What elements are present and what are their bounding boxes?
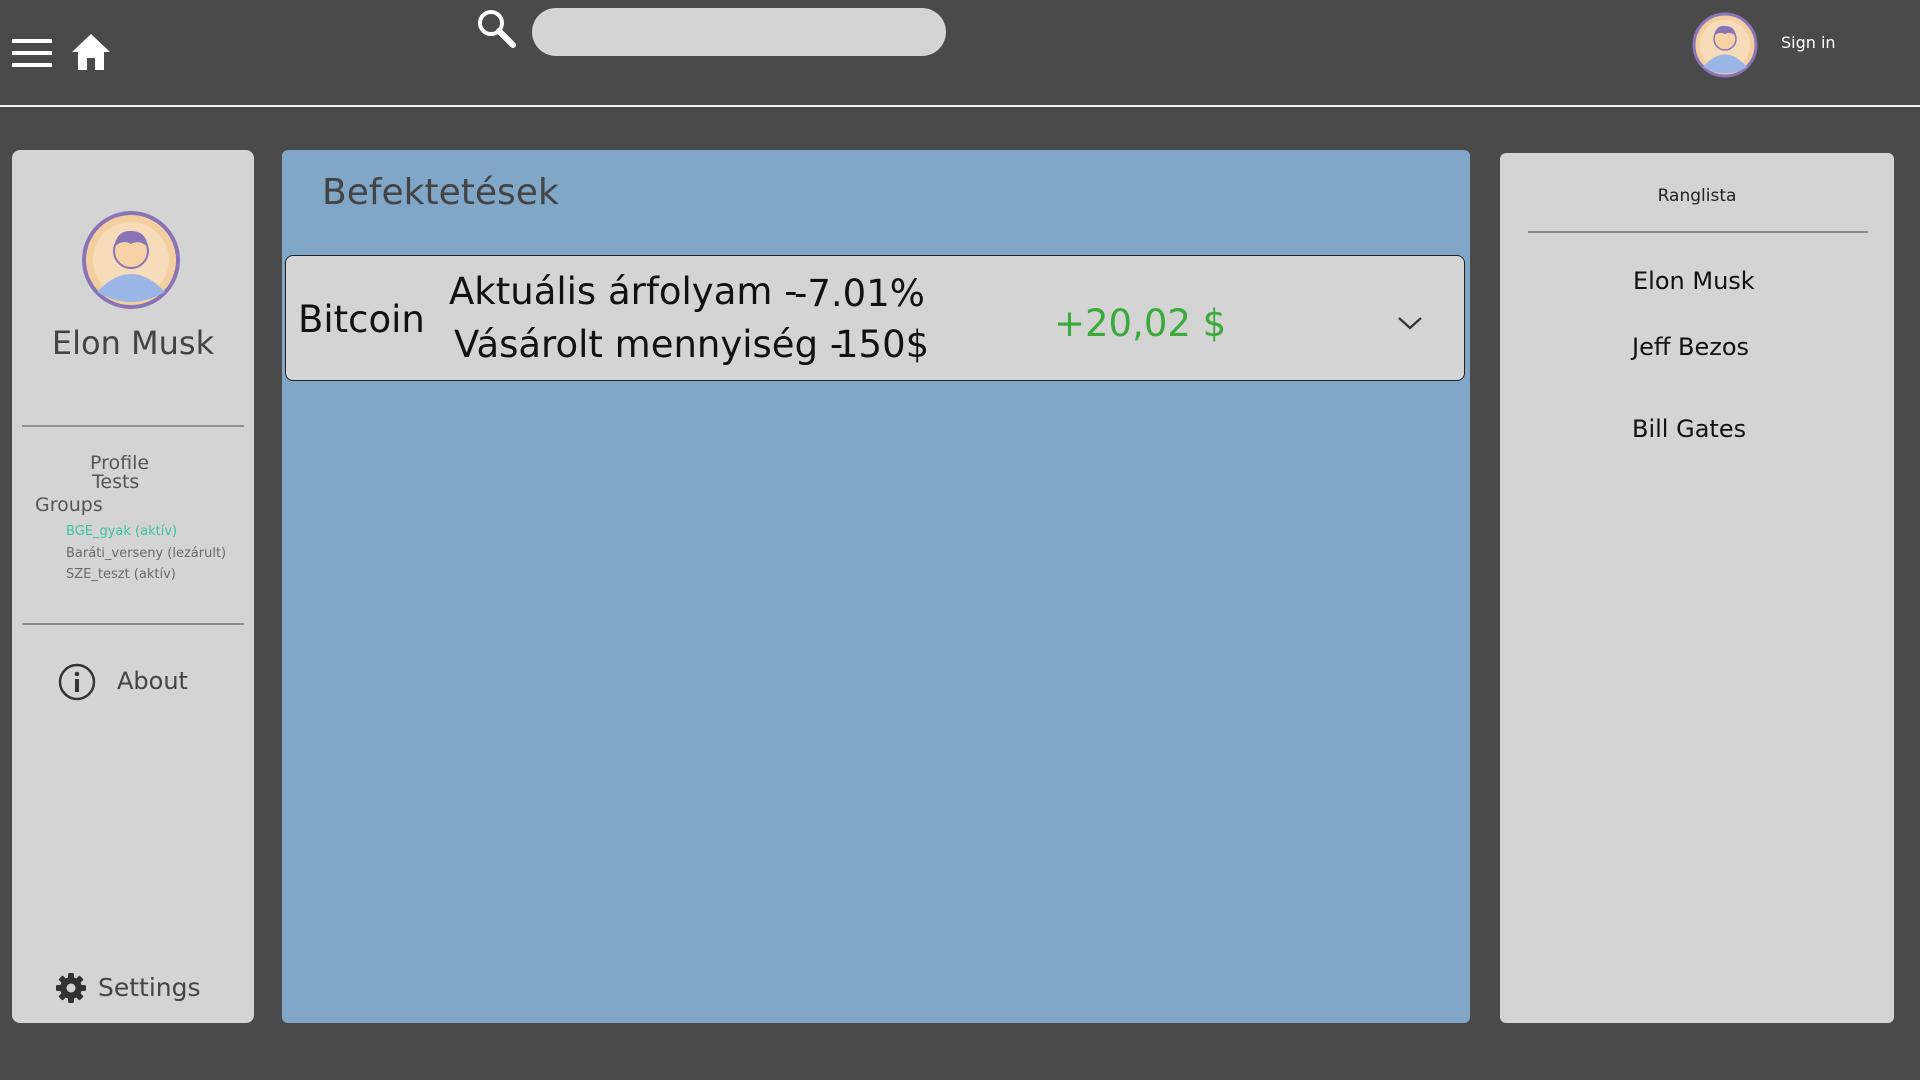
home-icon[interactable] [70,32,112,72]
leaderboard-divider [1528,231,1868,233]
page-title: Befektetések [322,172,559,213]
leaderboard-title: Ranglista [1657,186,1737,206]
user-avatar[interactable] [1692,12,1758,78]
group-item-barati-verseny[interactable]: Baráti_verseny (lezárult) [66,546,226,561]
hamburger-menu-icon[interactable] [12,36,52,70]
sidebar-item-tests[interactable]: Tests [92,471,139,493]
leaderboard-item[interactable]: Elon Musk [1633,267,1755,295]
group-item-bge-gyak[interactable]: BGE_gyak (aktív) [66,524,177,539]
sidebar-item-groups[interactable]: Groups [35,494,103,516]
info-icon[interactable] [58,663,96,701]
header-divider [0,105,1920,107]
current-rate-value: -7.01% [794,272,925,315]
chevron-down-icon[interactable] [1396,314,1424,332]
leaderboard-item[interactable]: Bill Gates [1632,415,1746,443]
profile-name: Elon Musk [51,324,215,362]
settings-link[interactable]: Settings [98,973,201,1002]
search-input[interactable] [532,8,946,56]
gear-icon[interactable] [55,972,87,1004]
sign-in-link[interactable]: Sign in [1781,33,1836,52]
current-rate-label: Aktuális árfolyam - [449,270,798,313]
left-sidebar: Elon Musk Profile Tests Groups BGE_gyak … [12,150,254,1023]
top-bar: Sign in [0,0,1920,106]
search-icon[interactable] [476,8,516,48]
investment-name: Bitcoin [298,298,425,341]
purchased-amount-value: 150$ [835,323,930,366]
investment-card[interactable]: Bitcoin Aktuális árfolyam - -7.01% Vásár… [285,255,1465,381]
leaderboard-item[interactable]: Jeff Bezos [1632,333,1749,361]
purchased-amount-label: Vásárolt mennyiség - [454,323,844,366]
group-item-sze-teszt[interactable]: SZE_teszt (aktív) [66,567,176,582]
investments-panel: Befektetések Bitcoin Aktuális árfolyam -… [282,150,1470,1023]
about-link[interactable]: About [117,667,188,695]
profile-avatar [82,211,180,309]
profit-value: +20,02 $ [1054,302,1227,345]
sidebar-divider [22,623,244,625]
leaderboard-panel: Ranglista Elon Musk Jeff Bezos Bill Gate… [1500,153,1894,1023]
sidebar-divider [22,425,244,427]
